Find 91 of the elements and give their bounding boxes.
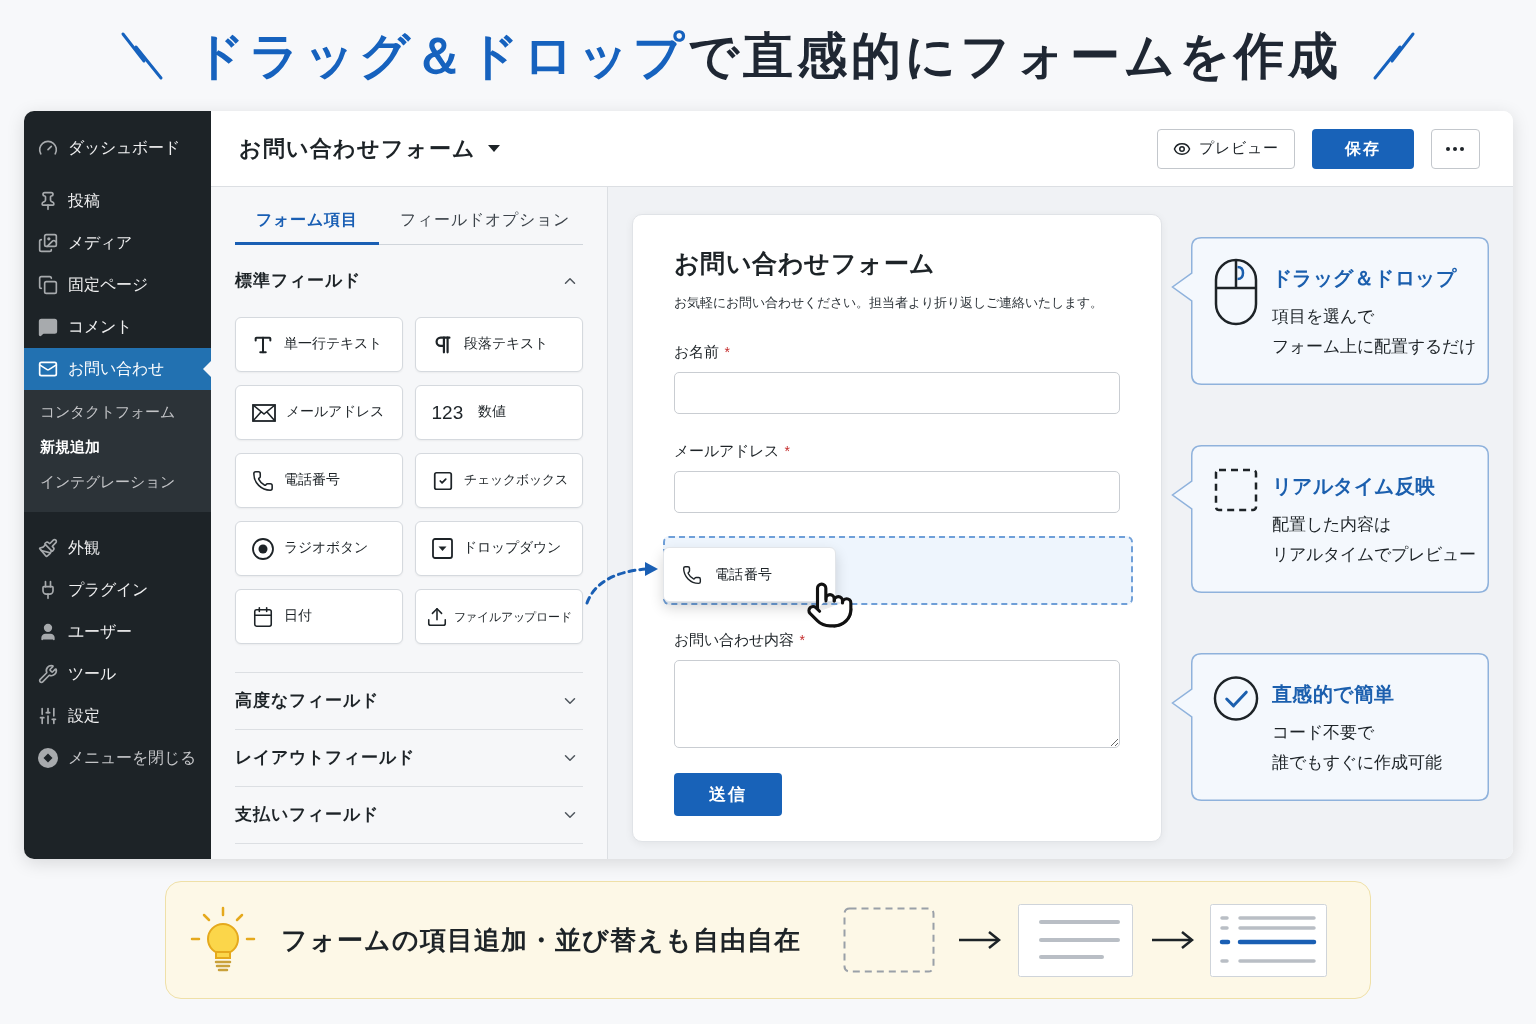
save-button[interactable]: 保存 <box>1311 128 1414 169</box>
empty-slot-icon <box>843 907 935 973</box>
callout-title: リアルタイム反映 <box>1271 474 1437 499</box>
tip-text: フォームの項目追加・並び替えも自由自在 <box>281 923 801 957</box>
gauge-icon <box>37 138 58 158</box>
more-button[interactable] <box>1430 128 1480 169</box>
paintbrush-icon <box>37 538 58 558</box>
field-type-button[interactable]: ラジオボタン <box>234 521 403 576</box>
pages-icon <box>37 275 58 295</box>
collapse-icon <box>37 748 58 768</box>
envelope-icon <box>37 359 58 379</box>
more-icon <box>1446 146 1464 151</box>
form-title: お問い合わせフォーム <box>673 248 937 278</box>
radio-icon <box>251 537 274 560</box>
tab[interactable]: フィールドオプション <box>378 197 591 245</box>
hand-cursor-icon <box>804 580 855 630</box>
field-label: お名前 <box>673 342 719 362</box>
sidebar-item[interactable]: 固定ページ <box>23 264 211 306</box>
submenu-item[interactable]: インテグレーション <box>23 465 211 500</box>
slash-decoration-icon <box>120 30 164 81</box>
speech-bubble-icon <box>37 317 58 337</box>
dragged-field-chip[interactable]: 電話番号 <box>662 547 836 602</box>
field-type-button[interactable]: 電話番号 <box>234 453 403 508</box>
sidebar-item[interactable]: ツール <box>23 653 211 695</box>
submenu-item[interactable]: 新規追加 <box>23 430 211 465</box>
callout-text-line: 配置した内容は <box>1271 514 1392 535</box>
required-mark: * <box>724 343 730 362</box>
field-type-button[interactable]: ファイルアップロード <box>414 589 583 644</box>
sidebar-item[interactable]: ユーザー <box>23 611 211 653</box>
sidebar-item[interactable]: 投稿 <box>23 180 211 222</box>
form-title-dropdown[interactable]: お問い合わせフォーム <box>238 132 500 165</box>
lightbulb-icon <box>190 906 256 974</box>
caret-down-icon <box>487 145 500 152</box>
mouse-icon <box>1213 258 1258 326</box>
required-mark: * <box>799 631 805 650</box>
field-label: お問い合わせ内容 <box>673 630 794 650</box>
sidebar-item[interactable]: 外観 <box>23 527 211 569</box>
field-type-button[interactable]: 123 数値 <box>414 385 583 440</box>
sliders-icon <box>37 706 58 726</box>
section-header[interactable]: 支払いフィールド <box>234 787 583 843</box>
text-input[interactable] <box>673 372 1120 414</box>
submenu-item[interactable]: コンタクトフォーム <box>23 395 211 430</box>
callout-title: ドラッグ＆ドロップ <box>1271 266 1458 291</box>
form-lines-icon <box>1018 903 1133 977</box>
section-header[interactable]: 標準フィールド <box>234 256 583 306</box>
sidebar-item[interactable]: メディア <box>23 222 211 264</box>
field-type-button[interactable]: 単一行テキスト <box>234 317 403 372</box>
callout-text-line: フォーム上に配置するだけ <box>1271 336 1476 357</box>
section-header[interactable]: 高度なフィールド <box>234 673 583 729</box>
field-type-button[interactable]: 日付 <box>234 589 403 644</box>
images-icon <box>37 233 58 253</box>
right-arrow-icon <box>1151 930 1194 950</box>
checkbox-icon <box>431 469 454 492</box>
phone-icon <box>681 564 702 585</box>
callout-text-line: 項目を選んで <box>1271 306 1375 327</box>
sidebar-item[interactable]: ダッシュボード <box>23 127 211 169</box>
message-textarea[interactable] <box>673 660 1120 748</box>
callout-text-line: リアルタイムでプレビュー <box>1271 544 1476 565</box>
sidebar-item[interactable]: 設定 <box>23 695 211 737</box>
sidebar-item[interactable]: プラグイン <box>23 569 211 611</box>
slash-decoration-icon <box>1372 30 1416 81</box>
callout-title: 直感的で簡単 <box>1271 682 1396 707</box>
check-circle-icon <box>1212 675 1259 722</box>
required-mark: * <box>784 442 790 461</box>
form-description: お気軽にお問い合わせください。担当者より折り返しご連絡いたします。 <box>673 294 1104 312</box>
field-label: メールアドレス <box>673 441 779 461</box>
submit-button[interactable]: 送信 <box>673 773 782 816</box>
calendar-icon <box>251 605 274 628</box>
callout-text-line: コード不要で <box>1271 722 1375 743</box>
phone-icon <box>251 469 274 492</box>
dropdown-icon <box>431 538 453 559</box>
headline: ドラッグ＆ドロップで直感的にフォームを作成 <box>194 26 1342 86</box>
wrench-icon <box>37 664 58 684</box>
sorted-list-icon <box>1210 903 1327 977</box>
right-arrow-icon <box>958 930 1001 950</box>
envelope-icon <box>251 403 276 422</box>
sidebar-item[interactable]: お問い合わせ <box>23 348 211 390</box>
field-type-button[interactable]: ドロップダウン <box>414 521 583 576</box>
dragged-field-label: 電話番号 <box>714 565 773 584</box>
field-type-button[interactable]: チェックボックス <box>414 453 583 508</box>
section-header[interactable]: レイアウトフィールド <box>234 730 583 786</box>
callout-text-line: 誰でもすぐに作成可能 <box>1271 752 1442 773</box>
preview-button[interactable]: プレビュー <box>1156 128 1295 169</box>
sidebar-item[interactable]: メニューを閉じる <box>23 737 211 779</box>
field-type-button[interactable]: 段落テキスト <box>414 317 583 372</box>
sidebar-item[interactable]: コメント <box>23 306 211 348</box>
text-input[interactable] <box>673 471 1120 513</box>
upload-icon <box>425 605 448 628</box>
dashed-square-icon <box>1213 468 1258 512</box>
field-type-button[interactable]: メールアドレス <box>234 385 403 440</box>
tab[interactable]: フォーム項目 <box>234 197 379 245</box>
